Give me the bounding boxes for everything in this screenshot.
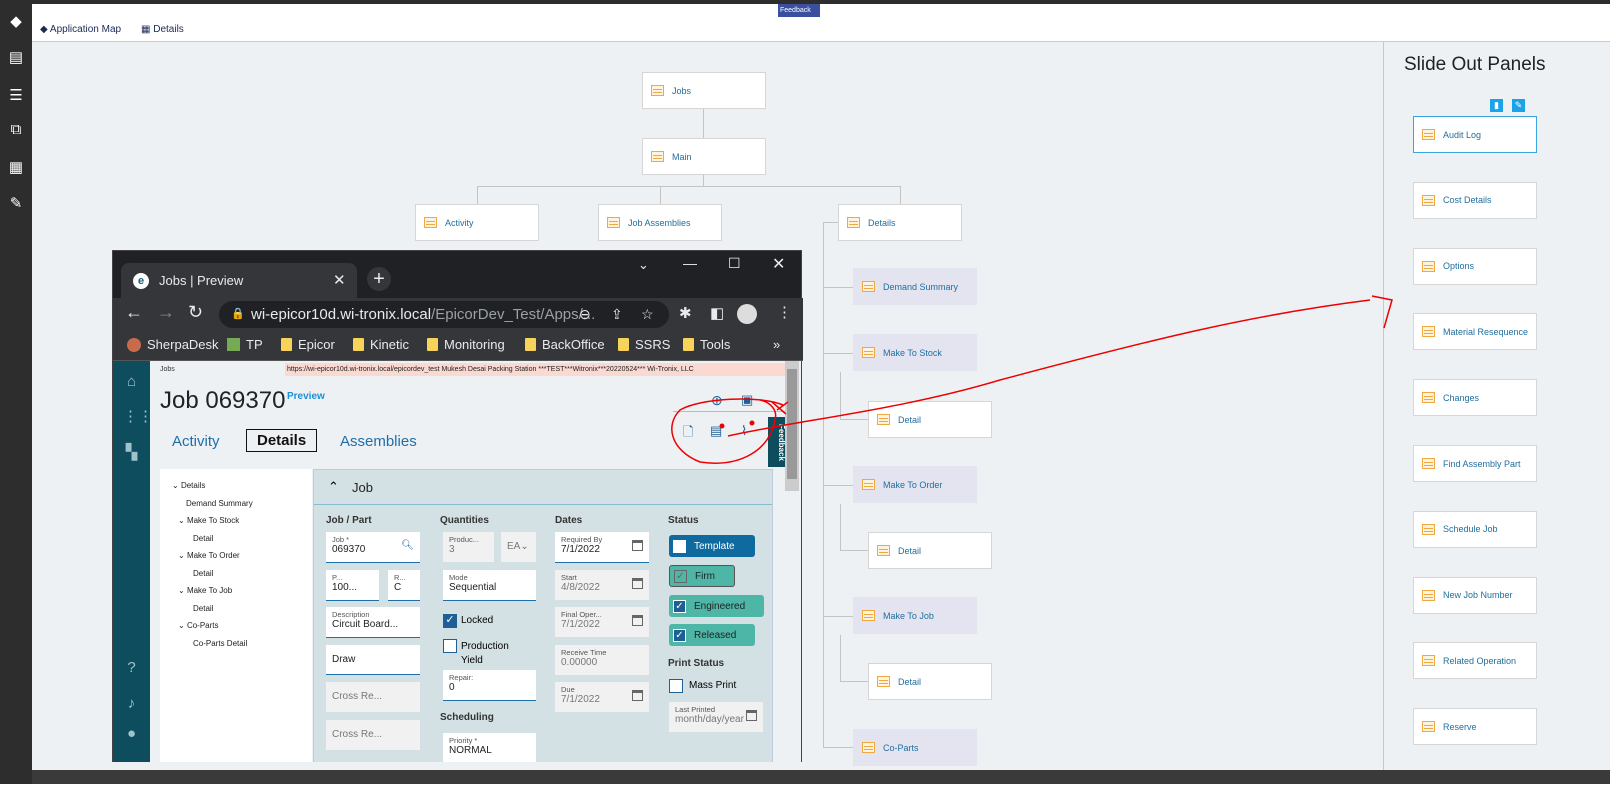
red-annotation xyxy=(671,295,1393,464)
